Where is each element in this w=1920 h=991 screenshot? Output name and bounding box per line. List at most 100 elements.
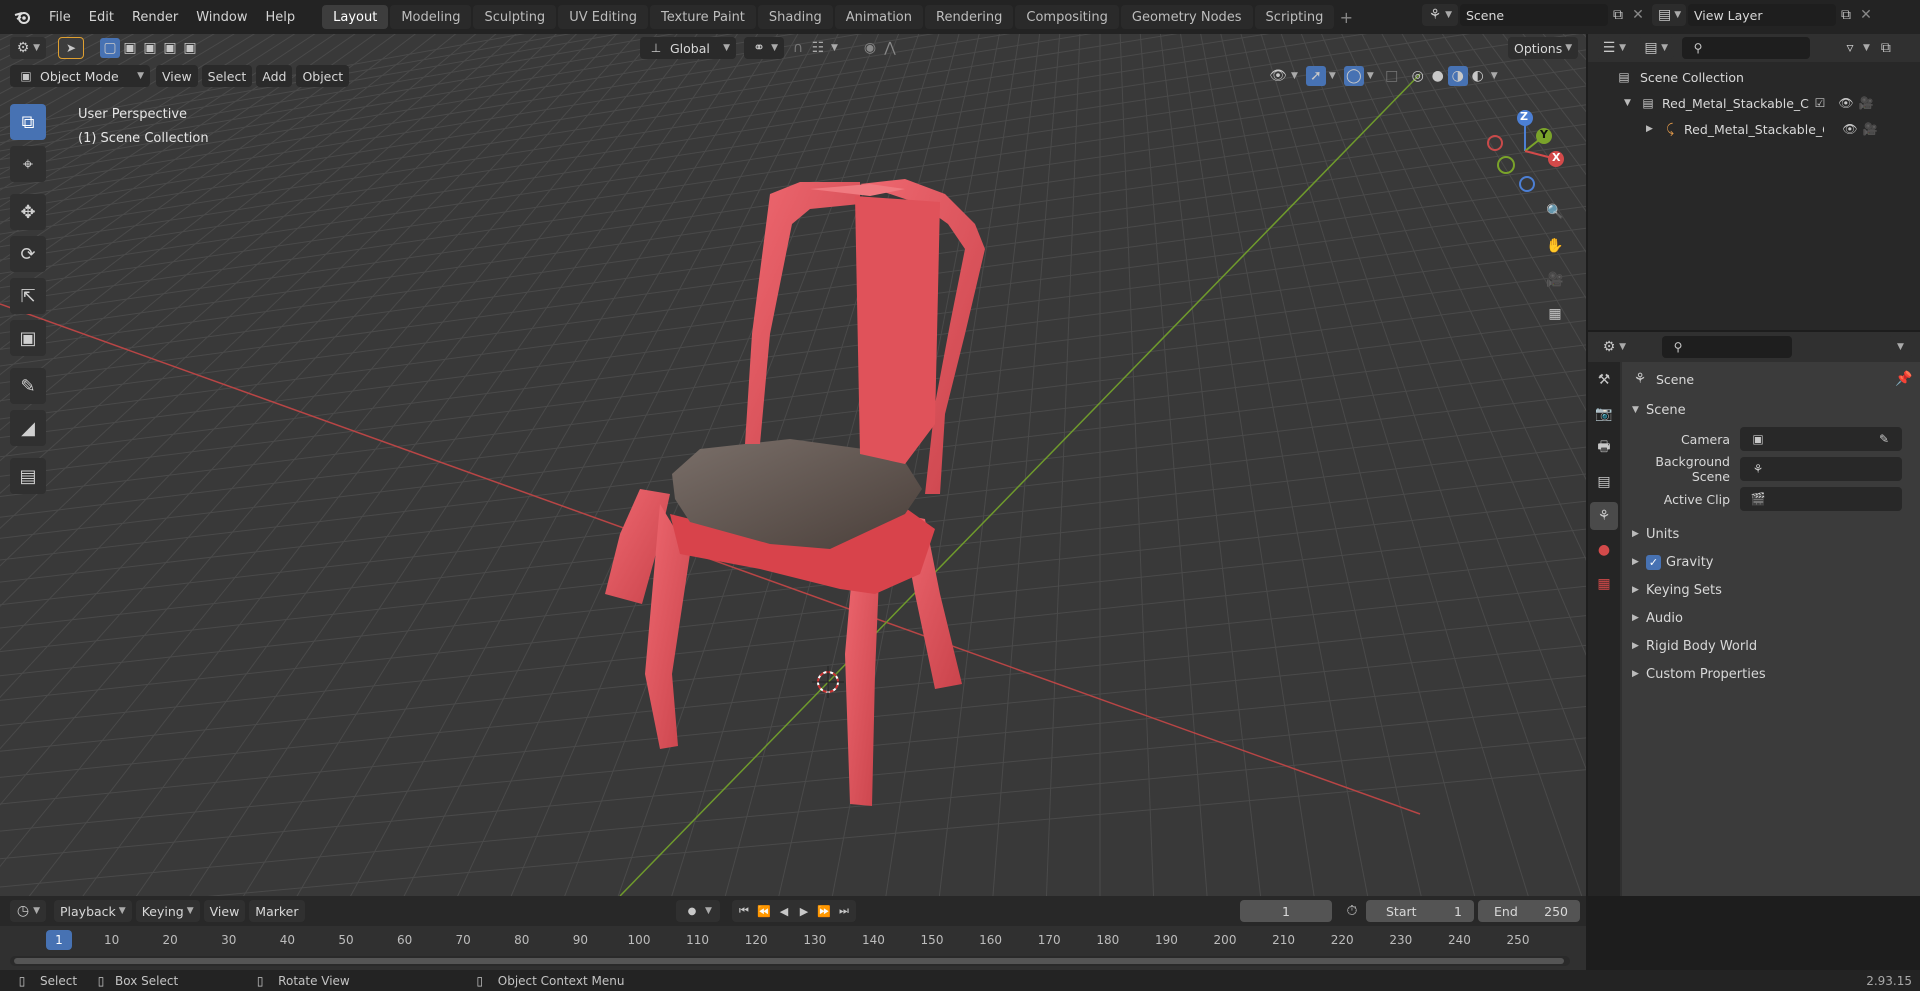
- keying-menu[interactable]: Keying ▼: [135, 900, 200, 922]
- snap-icon[interactable]: ∩: [788, 38, 808, 58]
- pan-hand-icon[interactable]: ✋: [1545, 236, 1565, 256]
- world-tab[interactable]: ●: [1590, 536, 1618, 564]
- transform-tool[interactable]: ▣: [10, 320, 46, 356]
- menu-edit[interactable]: Edit: [80, 10, 123, 25]
- play-reverse-icon[interactable]: ◀: [774, 901, 794, 921]
- object-menu[interactable]: Object: [296, 65, 350, 87]
- copy-scene-icon[interactable]: ⧉: [1608, 5, 1628, 25]
- timeline-scrollbar[interactable]: [10, 956, 1570, 966]
- select-subtract-icon[interactable]: ▣: [140, 38, 160, 58]
- object-visibility-icon[interactable]: 👁: [1840, 119, 1860, 139]
- scale-tool[interactable]: ⇱: [10, 278, 46, 314]
- proportional-edit-icon[interactable]: ◉: [860, 38, 880, 58]
- 3d-viewport[interactable]: [0, 34, 1586, 896]
- object-render-icon[interactable]: 🎥: [1860, 119, 1880, 139]
- new-collection-icon[interactable]: ⧉: [1876, 38, 1896, 58]
- visibility-icon[interactable]: 👁: [1268, 66, 1288, 86]
- jump-end-icon[interactable]: ⏭: [834, 901, 854, 921]
- tab-texture-paint[interactable]: Texture Paint: [650, 5, 756, 29]
- copy-view-layer-icon[interactable]: ⧉: [1836, 5, 1856, 25]
- tab-compositing[interactable]: Compositing: [1015, 5, 1119, 29]
- properties-search-input[interactable]: ⚲: [1662, 336, 1792, 358]
- camera-field[interactable]: ▣ ✎: [1740, 427, 1902, 451]
- eyedropper-icon[interactable]: ✎: [1874, 429, 1894, 449]
- xray-icon[interactable]: □: [1382, 66, 1402, 86]
- blender-logo-icon[interactable]: [12, 7, 34, 27]
- measure-tool[interactable]: ◢: [10, 410, 46, 446]
- menu-help[interactable]: Help: [257, 10, 305, 25]
- tab-animation[interactable]: Animation: [834, 5, 923, 29]
- rigid-body-world-section[interactable]: ▶ Rigid Body World: [1622, 632, 1920, 660]
- delete-scene-icon[interactable]: ✕: [1628, 5, 1648, 25]
- audio-section[interactable]: ▶ Audio: [1622, 604, 1920, 632]
- tab-modeling[interactable]: Modeling: [390, 5, 472, 29]
- tab-geometry-nodes[interactable]: Geometry Nodes: [1120, 5, 1253, 29]
- marker-menu[interactable]: Marker: [249, 900, 305, 922]
- keying-sets-section[interactable]: ▶ Keying Sets: [1622, 576, 1920, 604]
- timeline-view-menu[interactable]: View: [203, 900, 246, 922]
- expand-object-icon[interactable]: ▶: [1646, 124, 1660, 134]
- material-shading-icon[interactable]: ◑: [1447, 66, 1468, 86]
- select-intersect-icon[interactable]: ▣: [180, 38, 200, 58]
- select-extend-icon[interactable]: ▣: [120, 38, 140, 58]
- rendered-shading-icon[interactable]: ◐: [1468, 66, 1488, 86]
- view-layer-type-button[interactable]: ▤ ▼: [1652, 4, 1686, 26]
- transform-orientation-dropdown[interactable]: ⊥ Global ▼: [640, 37, 736, 59]
- jump-start-icon[interactable]: ⏮: [734, 901, 754, 921]
- output-tab[interactable]: 🖶: [1590, 434, 1618, 462]
- rotate-tool[interactable]: ⟳: [10, 236, 46, 272]
- menu-file[interactable]: File: [40, 10, 80, 25]
- outliner-editor-type[interactable]: ☰ ▼: [1596, 37, 1632, 59]
- snap-target-icon[interactable]: ☷: [808, 38, 828, 58]
- pivot-dropdown[interactable]: ⚭ ▼: [744, 37, 784, 59]
- cursor-tool[interactable]: ⌖: [10, 146, 46, 182]
- outliner-row-collection[interactable]: ▼ ▤ Red_Metal_Stackable_Chair_W ☑ 👁 🎥: [1588, 90, 1920, 116]
- outliner-row-object[interactable]: ▶ ⤹ Red_Metal_Stackable_Ch 👁 🎥: [1588, 116, 1920, 142]
- annotate-tool[interactable]: ✎: [10, 368, 46, 404]
- end-frame-field[interactable]: End 250: [1478, 900, 1580, 922]
- select-menu[interactable]: Select: [201, 65, 253, 87]
- select-invert-icon[interactable]: ▣: [160, 38, 180, 58]
- tab-layout[interactable]: Layout: [322, 5, 389, 29]
- gravity-section[interactable]: ▶ ✓ Gravity: [1622, 548, 1920, 576]
- units-section[interactable]: ▶ Units: [1622, 520, 1920, 548]
- render-tab[interactable]: 📷: [1590, 400, 1618, 428]
- falloff-icon[interactable]: ⋀: [880, 38, 900, 58]
- background-scene-field[interactable]: ⚘: [1740, 457, 1902, 481]
- filter-icon[interactable]: ▿: [1840, 38, 1860, 58]
- scrollbar-thumb[interactable]: [14, 958, 1564, 964]
- zoom-icon[interactable]: 🔍: [1545, 202, 1565, 222]
- current-frame-field[interactable]: 1: [1240, 900, 1332, 922]
- start-frame-field[interactable]: Start 1: [1366, 900, 1474, 922]
- outliner-row-scene-collection[interactable]: ▤ Scene Collection: [1588, 64, 1920, 90]
- active-clip-field[interactable]: 🎬: [1740, 487, 1902, 511]
- select-new-icon[interactable]: ▢: [100, 38, 120, 58]
- add-workspace-icon[interactable]: +: [1336, 7, 1356, 27]
- tab-scripting[interactable]: Scripting: [1254, 5, 1335, 29]
- perspective-toggle-icon[interactable]: ▦: [1545, 304, 1565, 324]
- pin-icon[interactable]: 📌: [1894, 369, 1914, 389]
- custom-properties-section[interactable]: ▶ Custom Properties: [1622, 660, 1920, 688]
- playback-menu[interactable]: Playback ▼: [54, 900, 132, 922]
- expand-collection-icon[interactable]: ▼: [1624, 98, 1638, 108]
- properties-editor-type[interactable]: ⚙ ▼: [1596, 336, 1632, 358]
- view-layer-selector[interactable]: View Layer: [1688, 4, 1836, 26]
- disable-render-icon[interactable]: 🎥: [1856, 93, 1876, 113]
- move-tool[interactable]: ✥: [10, 194, 46, 230]
- editor-type-button[interactable]: ⚙ ▼: [10, 37, 46, 59]
- scene-tab[interactable]: ⚘: [1590, 502, 1618, 530]
- tab-rendering[interactable]: Rendering: [925, 5, 1014, 29]
- mode-dropdown[interactable]: ▣ Object Mode ▼: [10, 65, 150, 87]
- overlay-toggle-icon[interactable]: ◯: [1343, 66, 1364, 86]
- play-icon[interactable]: ▶: [794, 901, 814, 921]
- tab-uv-editing[interactable]: UV Editing: [558, 5, 649, 29]
- outliner-search-input[interactable]: ⚲: [1682, 37, 1810, 59]
- delete-view-layer-icon[interactable]: ✕: [1856, 5, 1876, 25]
- add-cube-tool[interactable]: ▤: [10, 458, 46, 494]
- scene-type-button[interactable]: ⚘ ▼: [1422, 4, 1458, 26]
- preview-range-icon[interactable]: ⏱: [1342, 901, 1362, 921]
- active-tool-button[interactable]: ➤: [58, 37, 84, 59]
- exclude-checkbox-icon[interactable]: ☑: [1810, 93, 1830, 113]
- scene-selector[interactable]: Scene: [1460, 4, 1608, 26]
- wireframe-shading-icon[interactable]: ◎: [1408, 66, 1428, 86]
